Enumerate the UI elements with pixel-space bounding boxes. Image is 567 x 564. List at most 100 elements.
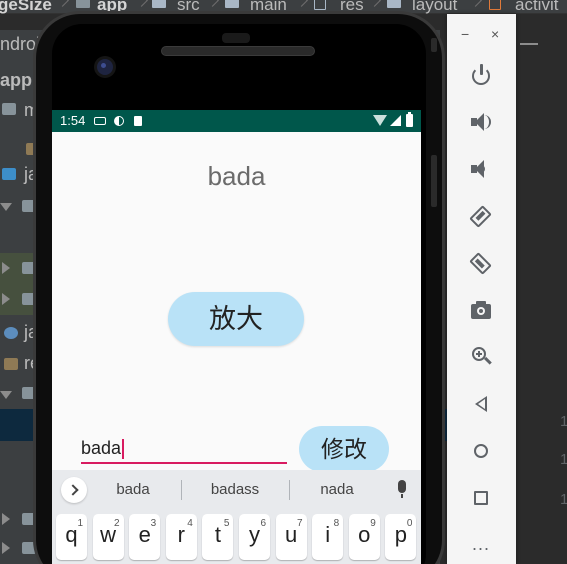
breadcrumb-item[interactable]: res [340,0,364,15]
breadcrumb-item[interactable]: src [177,0,200,15]
package-icon [22,262,36,274]
key-letter: i [325,522,331,547]
key-number-hint: 2 [114,518,120,529]
home-icon[interactable] [469,439,493,463]
breadcrumb-item[interactable]: activit [515,0,558,15]
collapse-arrow-icon[interactable] [2,513,10,525]
key-o[interactable]: 9o [348,514,380,560]
power-icon[interactable] [469,64,493,88]
battery-icon [406,112,413,127]
editor-area [516,30,567,564]
folder-icon [387,0,401,8]
breadcrumb-separator-icon [471,0,481,12]
generated-java-icon [4,327,18,339]
key-number-hint: 4 [187,518,193,529]
breadcrumb-separator-icon [370,0,380,12]
folder-icon [225,0,239,8]
minimize-panel-icon[interactable] [520,43,538,45]
power-side-button[interactable] [431,38,437,52]
rotate-left-icon[interactable] [469,204,493,228]
front-camera-icon [97,59,113,75]
chevron-right-icon[interactable] [61,477,87,503]
key-i[interactable]: 8i [312,514,344,560]
status-bar: 1:54 [52,110,421,132]
collapse-arrow-icon[interactable] [2,262,10,274]
key-p[interactable]: 0p [385,514,417,560]
camera-icon[interactable] [469,298,493,322]
package-icon [22,200,36,212]
suggestion-item[interactable]: badass [200,481,270,498]
ide-breadcrumb-bar: geSize app src main res layout activit [0,0,567,14]
layout-file-icon [489,0,501,10]
minimize-button[interactable]: − [461,26,469,42]
key-letter: y [249,522,260,547]
suggestion-item[interactable]: nada [308,481,366,498]
overview-icon[interactable] [469,486,493,510]
breadcrumb-separator-icon [208,0,218,12]
soft-keyboard: bada badass nada 1q2w3e4r5t6y7u8i9o0p [52,470,421,564]
suggestion-divider [181,480,182,500]
key-number-hint: 5 [223,518,230,529]
text-input-value: bada [81,438,122,458]
breadcrumb-item[interactable]: geSize [0,0,52,15]
data-saver-icon [114,116,124,126]
key-w[interactable]: 2w [92,514,124,560]
key-number-hint: 1 [77,518,83,529]
key-letter: r [177,522,185,547]
expand-arrow-icon[interactable] [0,203,12,211]
close-button[interactable]: × [491,26,499,42]
volume-down-icon[interactable] [469,157,493,181]
key-number-hint: 7 [297,518,303,529]
back-icon[interactable] [469,392,493,416]
key-u[interactable]: 7u [275,514,307,560]
key-r[interactable]: 4r [165,514,197,560]
zoom-icon[interactable] [469,344,493,368]
folder-icon [22,513,36,525]
sd-card-icon [134,116,142,126]
suggestion-item[interactable]: bada [102,481,164,498]
res-folder-icon [4,358,18,370]
key-number-hint: 9 [370,518,376,529]
expand-arrow-icon[interactable] [0,391,12,399]
text-input[interactable]: bada [81,434,287,464]
volume-side-button[interactable] [431,155,437,207]
emulator-toolbar: − × ... [447,14,516,564]
volume-up-icon[interactable] [469,110,493,134]
more-icon[interactable]: ... [469,532,493,556]
modify-button[interactable]: 修改 [299,426,389,472]
rotate-right-icon[interactable] [469,251,493,275]
keyboard-notification-icon [94,117,106,125]
earpiece-speaker [161,46,315,56]
key-letter: t [214,522,221,547]
wifi-icon [373,115,387,126]
zoom-button[interactable]: 放大 [168,292,304,346]
key-number-hint: 6 [260,518,266,529]
breadcrumb-separator-icon [297,0,307,12]
package-icon [22,293,36,305]
key-t[interactable]: 5t [202,514,234,560]
res-folder-icon [314,0,326,10]
key-number-hint: 0 [406,518,413,529]
breadcrumb-separator-icon [58,0,68,12]
line-number: 1 [560,413,567,430]
signal-icon [390,115,401,126]
breadcrumb-item[interactable]: layout [412,0,457,15]
project-header: ndroi [0,34,41,54]
status-time: 1:54 [60,113,86,128]
collapse-arrow-icon[interactable] [2,542,10,554]
key-letter: q [65,522,78,547]
key-q[interactable]: 1q [56,514,87,560]
key-y[interactable]: 6y [239,514,270,560]
folder-icon [152,0,166,8]
folder-icon [2,168,16,180]
breadcrumb-item[interactable]: main [250,0,287,15]
tree-item-app[interactable]: app [0,70,32,91]
collapse-arrow-icon[interactable] [2,293,10,305]
microphone-icon[interactable] [398,480,406,493]
breadcrumb-item[interactable]: app [97,0,127,15]
key-letter: p [394,522,408,547]
key-e[interactable]: 3e [129,514,161,560]
folder-icon [2,103,16,115]
key-number-hint: 8 [333,518,340,529]
suggestion-divider [289,480,290,500]
